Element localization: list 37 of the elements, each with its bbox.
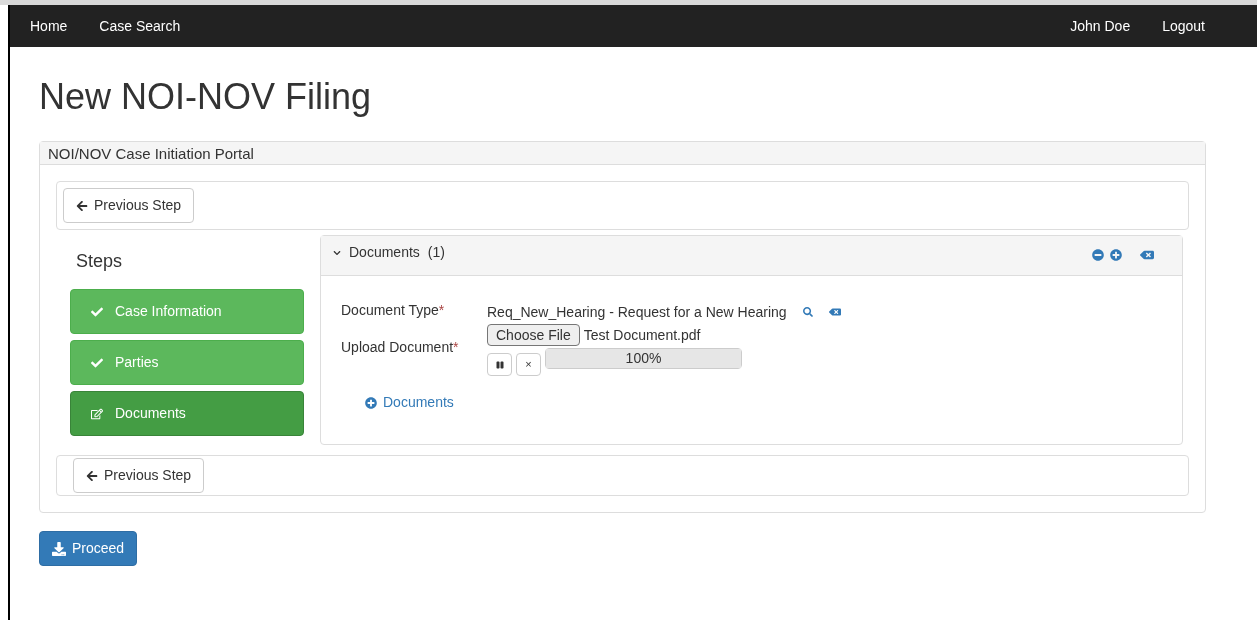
steps-heading: Steps — [75, 250, 124, 273]
nav-link[interactable]: John Doe — [1070, 15, 1131, 37]
nav-link[interactable]: Logout — [1162, 15, 1205, 37]
page-title: New NOI-NOV Filing — [39, 75, 373, 119]
arrow-left-icon — [86, 469, 98, 482]
step-label: Case Information — [115, 302, 222, 321]
expand-icon[interactable] — [1110, 249, 1122, 261]
nav-link[interactable]: Case Search — [99, 15, 181, 37]
arrow-left-icon — [76, 199, 88, 212]
portal-title: NOI/NOV Case Initiation Portal — [40, 142, 1205, 165]
add-documents-link[interactable]: Documents — [365, 392, 454, 413]
search-icon[interactable] — [802, 307, 813, 317]
field-label: Upload Document* — [341, 338, 460, 357]
step-label: Parties — [115, 353, 159, 372]
collapse-icon[interactable] — [1092, 249, 1104, 261]
clear-icon[interactable] — [1140, 248, 1154, 262]
field-label: Document Type* — [341, 301, 446, 320]
check-icon — [91, 356, 103, 369]
chevron-down-icon[interactable] — [333, 248, 341, 257]
download-icon — [52, 541, 66, 556]
step-label: Documents — [115, 404, 186, 423]
check-icon — [91, 305, 103, 318]
document-count: (1) — [427, 243, 445, 262]
edit-icon — [91, 407, 103, 420]
file-name: Test Document.pdf — [583, 325, 701, 345]
choose-file-button[interactable]: Choose File — [487, 324, 580, 346]
document-type-value: Req_New_Hearing - Request for a New Hearing — [487, 302, 787, 322]
cancel-button[interactable]: × — [516, 353, 541, 376]
previous-step-button[interactable]: Previous Step — [63, 188, 195, 223]
clear-icon[interactable] — [828, 306, 841, 318]
proceed-button[interactable]: Proceed — [39, 531, 138, 566]
pause-icon — [495, 360, 504, 369]
progress-reading: 100% — [624, 349, 663, 368]
panel-title: Documents — [349, 243, 420, 262]
previous-step-button[interactable]: Previous Step — [73, 458, 205, 493]
nav-link[interactable]: Home — [30, 15, 68, 37]
pause-button[interactable] — [487, 353, 512, 376]
